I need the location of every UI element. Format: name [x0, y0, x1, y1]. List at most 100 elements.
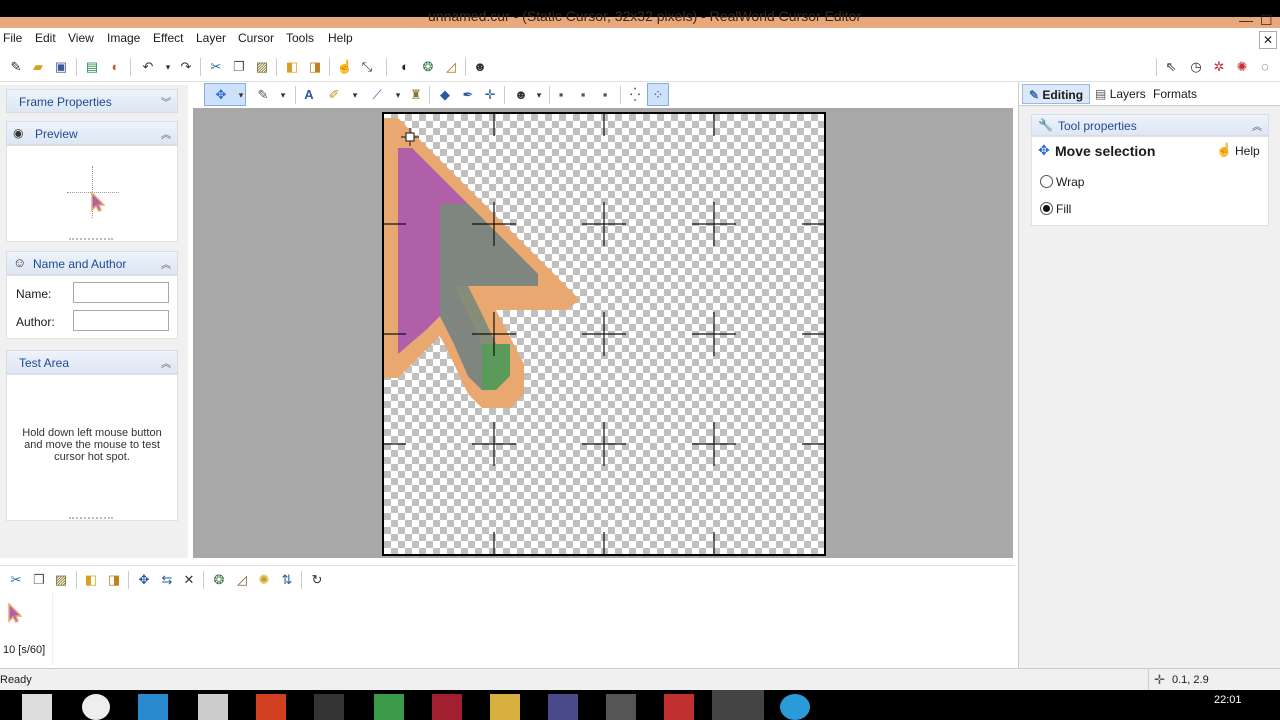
- taskbar-app-icon[interactable]: [82, 694, 110, 720]
- layer-icon[interactable]: ▪: [553, 87, 569, 103]
- taskbar-app-icon[interactable]: [432, 694, 462, 720]
- menu-layer[interactable]: Layer: [196, 31, 226, 45]
- frame-ruler-icon[interactable]: ◿: [234, 572, 250, 588]
- taskbar-app-icon[interactable]: [374, 694, 404, 720]
- frame-properties-header[interactable]: Frame Properties ︾: [6, 89, 178, 113]
- name-author-header[interactable]: ☺ Name and Author ︽: [6, 251, 178, 275]
- test-area-header[interactable]: Test Area ︽: [6, 350, 178, 374]
- chevron-down-icon[interactable]: ▾: [233, 87, 249, 103]
- save-icon[interactable]: ▣: [53, 59, 69, 75]
- redo-icon[interactable]: ↷: [178, 59, 194, 75]
- tab-formats[interactable]: Formats: [1147, 84, 1203, 104]
- sparkle-icon[interactable]: ✲: [1211, 59, 1227, 75]
- taskbar-app-icon[interactable]: [22, 694, 52, 720]
- menu-edit[interactable]: Edit: [35, 31, 56, 45]
- user-select-icon[interactable]: ☻: [513, 87, 529, 103]
- duplicate-frame-icon[interactable]: ◨: [106, 572, 122, 588]
- taskbar-app-icon[interactable]: [138, 694, 168, 720]
- menu-view[interactable]: View: [68, 31, 94, 45]
- taskbar-app-icon[interactable]: [256, 694, 286, 720]
- pointer-tool-icon[interactable]: ⤡: [359, 59, 375, 75]
- resize-grip[interactable]: [69, 238, 113, 240]
- maximize-button[interactable]: ☐: [1260, 12, 1273, 29]
- new-frame-icon[interactable]: ◧: [83, 572, 99, 588]
- preview-header[interactable]: ◉ Preview ︽: [6, 121, 178, 145]
- fill-bucket-icon[interactable]: ◆: [437, 87, 453, 103]
- taskbar-app-icon[interactable]: [548, 694, 578, 720]
- frame-effects-icon[interactable]: ❂: [211, 572, 227, 588]
- layer-merge-icon[interactable]: ▪: [575, 87, 591, 103]
- frame-thumbnail[interactable]: 10 [s/60]: [0, 593, 53, 665]
- cut-icon[interactable]: ✂: [8, 572, 24, 588]
- move-frame-icon[interactable]: ✥: [136, 572, 152, 588]
- open-folder-icon[interactable]: ▰: [30, 59, 46, 75]
- contrast-icon[interactable]: ◐: [397, 59, 413, 75]
- menu-file[interactable]: File: [3, 31, 22, 45]
- arrow-cursor-icon[interactable]: ⇖: [1163, 59, 1179, 75]
- clock-icon[interactable]: ◷: [1188, 59, 1204, 75]
- undo-icon[interactable]: ↶: [140, 59, 156, 75]
- pencil-icon[interactable]: ✎: [255, 87, 271, 103]
- user-icon[interactable]: ☻: [472, 59, 488, 75]
- color-adjust-icon[interactable]: ❂: [420, 59, 436, 75]
- text-tool-icon[interactable]: A: [301, 87, 317, 103]
- chevron-down-icon[interactable]: ▾: [390, 87, 406, 103]
- layer-copy-icon[interactable]: ◨: [307, 59, 323, 75]
- help-hand-icon[interactable]: ☝: [1216, 142, 1232, 158]
- paste-icon[interactable]: ▨: [254, 59, 270, 75]
- collapse-icon[interactable]: ︽: [1252, 118, 1262, 133]
- move-icon[interactable]: ✥: [213, 87, 229, 103]
- wrap-label[interactable]: Wrap: [1056, 175, 1084, 189]
- drawing-canvas[interactable]: [382, 112, 826, 556]
- collapse-icon[interactable]: ︾: [161, 94, 171, 109]
- collapse-icon[interactable]: ︽: [161, 126, 171, 141]
- tab-editing[interactable]: ✎ Editing: [1022, 84, 1091, 104]
- taskbar-app-icon[interactable]: [664, 694, 694, 720]
- layer-new-icon[interactable]: ◧: [284, 59, 300, 75]
- eyedropper-icon[interactable]: ✒: [460, 87, 476, 103]
- frame-sun-icon[interactable]: ✺: [256, 572, 272, 588]
- collapse-icon[interactable]: ︽: [161, 355, 171, 370]
- chevron-down-icon[interactable]: ▾: [531, 87, 547, 103]
- hand-icon[interactable]: ☝: [337, 59, 353, 75]
- close-document-button[interactable]: ✕: [1259, 31, 1277, 49]
- wrap-radio[interactable]: [1040, 175, 1053, 188]
- tool-properties-header[interactable]: 🔧 Tool properties ︽: [1031, 114, 1269, 136]
- menu-cursor[interactable]: Cursor: [238, 31, 274, 45]
- select-all-icon[interactable]: ⁘: [650, 87, 666, 103]
- author-field[interactable]: [73, 310, 169, 331]
- brush-icon[interactable]: ✐: [326, 87, 342, 103]
- clone-stamp-icon[interactable]: ♜: [408, 87, 424, 103]
- line-icon[interactable]: ⟋: [369, 87, 385, 103]
- ruler-icon[interactable]: ◿: [443, 59, 459, 75]
- copy-icon[interactable]: ❐: [231, 59, 247, 75]
- cut-icon[interactable]: ✂: [208, 59, 224, 75]
- taskbar-app-icon[interactable]: [606, 694, 636, 720]
- select-dots-icon[interactable]: ⁛: [627, 87, 643, 103]
- taskbar-app-icon[interactable]: [314, 694, 344, 720]
- hotspot-icon[interactable]: ✛: [482, 87, 498, 103]
- help-link[interactable]: Help: [1235, 144, 1260, 158]
- menu-effect[interactable]: Effect: [153, 31, 183, 45]
- fill-radio[interactable]: [1040, 202, 1053, 215]
- undo-dropdown-icon[interactable]: ▾: [160, 59, 176, 75]
- menu-help[interactable]: Help: [328, 31, 353, 45]
- settings-icon[interactable]: ✺: [1234, 59, 1250, 75]
- swap-frame-icon[interactable]: ⇆: [159, 572, 175, 588]
- info-icon[interactable]: ◌: [1257, 59, 1273, 75]
- resize-grip[interactable]: [69, 517, 113, 519]
- new-icon[interactable]: ✎: [8, 59, 24, 75]
- name-field[interactable]: [73, 282, 169, 303]
- menu-tools[interactable]: Tools: [286, 31, 314, 45]
- test-area-box[interactable]: Hold down left mouse button and move the…: [6, 374, 178, 521]
- menu-image[interactable]: Image: [107, 31, 140, 45]
- copy-icon[interactable]: ❐: [31, 572, 47, 588]
- paste-icon[interactable]: ▨: [53, 572, 69, 588]
- taskbar-active-app[interactable]: [712, 690, 764, 720]
- export-icon[interactable]: ▤: [84, 59, 100, 75]
- taskbar-app-icon[interactable]: [490, 694, 520, 720]
- fill-label[interactable]: Fill: [1056, 202, 1071, 216]
- sound-icon[interactable]: ◖: [106, 59, 122, 75]
- chevron-down-icon[interactable]: ▾: [347, 87, 363, 103]
- taskbar-app-icon[interactable]: [780, 694, 810, 720]
